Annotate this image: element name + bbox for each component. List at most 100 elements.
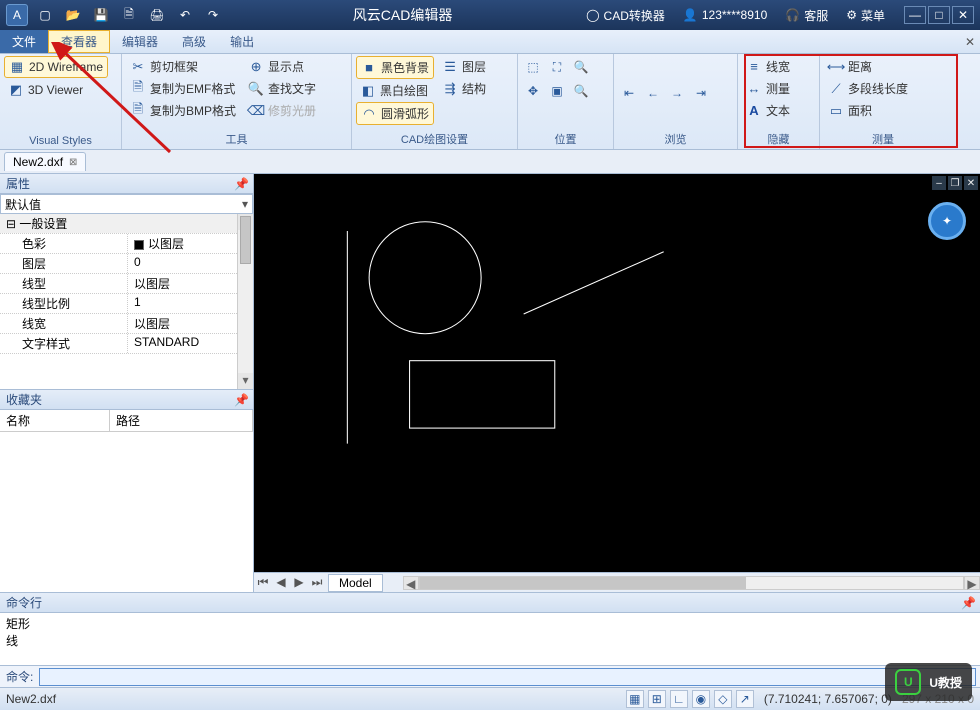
layers-button[interactable]: ☰图层 xyxy=(438,56,490,77)
bw-draw-button[interactable]: ◧黑白绘图 xyxy=(356,80,434,101)
emf-icon: 🗎 xyxy=(130,81,146,97)
osnap-icon[interactable]: ◇ xyxy=(714,690,732,708)
scrollbar-horizontal[interactable]: ◀▶ xyxy=(403,576,980,590)
cad-converter-button[interactable]: ◯CAD转换器 xyxy=(581,4,670,27)
structure-button[interactable]: ⇶结构 xyxy=(438,78,490,99)
support-button[interactable]: 🎧客服 xyxy=(780,4,833,27)
quick-access-toolbar: A ▢ 📂 💾 🗎 🖨 ↶ ↷ xyxy=(0,4,230,26)
minimize-button[interactable]: — xyxy=(904,6,926,24)
drawing-canvas[interactable]: – ❐ ✕ ✦ xyxy=(254,174,980,572)
next-icon[interactable]: → xyxy=(666,82,688,104)
command-log: 矩形 线 xyxy=(0,613,980,665)
menu-button[interactable]: ⚙菜单 xyxy=(841,4,890,27)
model-tab[interactable]: Model xyxy=(328,574,383,592)
first-layout-icon[interactable]: ⏮ xyxy=(254,575,272,590)
prop-row: 线宽以图层 xyxy=(0,314,253,334)
command-input[interactable] xyxy=(39,668,976,686)
title-bar: A ▢ 📂 💾 🗎 🖨 ↶ ↷ 风云CAD编辑器 ◯CAD转换器 👤123***… xyxy=(0,0,980,30)
trim-icon: ⌫ xyxy=(248,103,264,119)
grid-icon[interactable]: ⊞ xyxy=(648,690,666,708)
black-bg-button[interactable]: ■黑色背景 xyxy=(356,56,434,79)
undo-icon[interactable]: ↶ xyxy=(174,4,196,26)
zoom-in-icon[interactable]: 🔍 xyxy=(570,56,592,78)
distance-button[interactable]: ⟷距离 xyxy=(824,56,912,77)
layers-icon: ☰ xyxy=(442,59,458,75)
text-button[interactable]: A文本 xyxy=(742,100,794,121)
pin-icon[interactable]: 📌 xyxy=(234,177,249,191)
document-tab[interactable]: New2.dxf ⊠ xyxy=(4,152,86,171)
copy-bmp-button[interactable]: 🗎复制为BMP格式 xyxy=(126,100,240,121)
next-layout-icon[interactable]: ▶ xyxy=(290,575,308,590)
show-point-button[interactable]: ⊕显示点 xyxy=(244,56,320,77)
open-icon[interactable]: 📂 xyxy=(62,4,84,26)
browse-nav: ⇤ ← → ⇥ xyxy=(618,82,712,104)
group-visual-styles: Visual Styles xyxy=(4,133,117,149)
snap-icon[interactable]: ▦ xyxy=(626,690,644,708)
status-bar: New2.dxf ▦ ⊞ ∟ ◉ ◇ ↗ (7.710241; 7.657067… xyxy=(0,687,980,710)
zoom-out-icon[interactable]: 🔍 xyxy=(570,80,592,102)
find-text-button[interactable]: 🔍查找文字 xyxy=(244,78,320,99)
menu-viewer[interactable]: 查看器 xyxy=(48,30,110,53)
pan-icon[interactable]: ✥ xyxy=(522,80,544,102)
new-icon[interactable]: ▢ xyxy=(34,4,56,26)
area-button[interactable]: ▭面积 xyxy=(824,100,912,121)
favorites-header: 收藏夹📌 xyxy=(0,390,253,410)
menu-advanced[interactable]: 高级 xyxy=(170,30,218,53)
ortho-icon[interactable]: ∟ xyxy=(670,690,688,708)
save-as-icon[interactable]: 🗎 xyxy=(118,4,140,26)
zoom-window-icon[interactable]: ⬚ xyxy=(522,56,544,78)
group-hide: 隐藏 xyxy=(742,129,815,149)
3d-viewer-button[interactable]: ◩3D Viewer xyxy=(4,80,108,100)
section-general[interactable]: ⊟ 一般设置 xyxy=(0,214,253,233)
redo-icon[interactable]: ↷ xyxy=(202,4,224,26)
area-icon: ▭ xyxy=(828,103,844,119)
print-icon[interactable]: 🖨 xyxy=(146,4,168,26)
zoom-fit-icon[interactable]: ▣ xyxy=(546,80,568,102)
scrollbar-vertical[interactable]: ▴▾ xyxy=(237,214,253,389)
command-prompt: 命令: xyxy=(0,668,39,685)
pin-icon[interactable]: 📌 xyxy=(234,393,249,407)
last-layout-icon[interactable]: ⏭ xyxy=(308,575,326,590)
menu-editor[interactable]: 编辑器 xyxy=(110,30,170,53)
close-tab-icon[interactable]: ⊠ xyxy=(69,157,77,168)
measure-tool-button[interactable]: ↔测量 xyxy=(742,78,794,99)
copy-emf-button[interactable]: 🗎复制为EMF格式 xyxy=(126,78,240,99)
main-area: 属性📌 默认值▾ ⊟ 一般设置 色彩以图层 图层0 线型以图层 线型比例1 线宽… xyxy=(0,174,980,592)
last-icon[interactable]: ⇥ xyxy=(690,82,712,104)
clip-frame-button[interactable]: ✂剪切框架 xyxy=(126,56,240,77)
chevron-down-icon: ▾ xyxy=(242,197,248,211)
close-button[interactable]: ✕ xyxy=(952,6,974,24)
prop-row: 图层0 xyxy=(0,254,253,274)
pin-icon[interactable]: 📌 xyxy=(961,596,976,610)
close-doc-button[interactable]: ✕ xyxy=(960,30,980,53)
group-measure: 测量 xyxy=(824,129,942,149)
first-icon[interactable]: ⇤ xyxy=(618,82,640,104)
linewidth-icon: ≡ xyxy=(746,59,762,75)
2d-wireframe-button[interactable]: ▦2D Wireframe xyxy=(4,56,108,78)
otrack-icon[interactable]: ↗ xyxy=(736,690,754,708)
user-account[interactable]: 👤123****8910 xyxy=(678,5,772,25)
converter-icon: ◯ xyxy=(586,8,599,22)
document-tab-strip: New2.dxf ⊠ xyxy=(0,150,980,174)
maximize-button[interactable]: □ xyxy=(928,6,950,24)
bw-icon: ◧ xyxy=(360,83,376,99)
save-icon[interactable]: 💾 xyxy=(90,4,112,26)
properties-header: 属性📌 xyxy=(0,174,253,194)
menu-file[interactable]: 文件 xyxy=(0,30,48,53)
status-toggles: ▦ ⊞ ∟ ◉ ◇ ↗ xyxy=(626,690,754,708)
left-panel: 属性📌 默认值▾ ⊟ 一般设置 色彩以图层 图层0 线型以图层 线型比例1 线宽… xyxy=(0,174,254,592)
linewidth-button[interactable]: ≡线宽 xyxy=(742,56,794,77)
prev-icon[interactable]: ← xyxy=(642,82,664,104)
black-bg-icon: ■ xyxy=(361,60,377,76)
smooth-arc-button[interactable]: ◠圆滑弧形 xyxy=(356,102,434,125)
prop-row: 线型比例1 xyxy=(0,294,253,314)
menu-output[interactable]: 输出 xyxy=(218,30,266,53)
zoom-extents-icon[interactable]: ⛶ xyxy=(546,56,568,78)
prev-layout-icon[interactable]: ◀ xyxy=(272,575,290,590)
properties-combo[interactable]: 默认值▾ xyxy=(0,194,253,214)
col-name[interactable]: 名称 xyxy=(0,410,110,431)
polyline-length-button[interactable]: ⟋多段线长度 xyxy=(824,78,912,99)
app-logo-icon[interactable]: A xyxy=(6,4,28,26)
polar-icon[interactable]: ◉ xyxy=(692,690,710,708)
col-path[interactable]: 路径 xyxy=(110,410,253,431)
